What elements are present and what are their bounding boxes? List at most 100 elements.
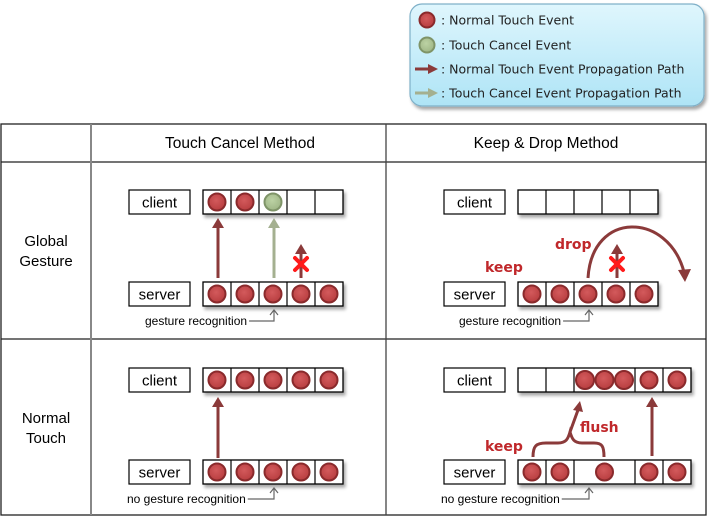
client-label: client [457, 373, 493, 390]
server-queue [517, 459, 692, 485]
row-header-normal-line1: Normal [22, 410, 70, 427]
keep-label: keep [485, 260, 523, 276]
drop-label: drop [555, 237, 592, 253]
server-label: server [139, 287, 181, 304]
server-box: server [443, 281, 506, 307]
client-queue [202, 189, 344, 215]
queue-slot [263, 462, 283, 482]
server-label: server [139, 465, 181, 482]
row-header-global-line2: Gesture [19, 253, 72, 270]
normal-touch-event-icon [291, 370, 311, 390]
normal-touch-event-icon [291, 462, 311, 482]
queue-slot [522, 462, 542, 482]
column-header-touch-cancel: Touch Cancel Method [165, 135, 315, 152]
queue-slot [207, 284, 227, 304]
server-label: server [454, 465, 496, 482]
server-box: server [443, 459, 506, 485]
queue-slot [606, 284, 626, 304]
recognition-label: gesture recognition [145, 314, 247, 328]
queue-slot [634, 284, 654, 304]
normal-touch-event-icon [263, 370, 283, 390]
normal-touch-event-icon [263, 284, 283, 304]
recognition-label: no gesture recognition [127, 492, 246, 506]
queue-slot [550, 462, 570, 482]
client-label: client [457, 195, 493, 212]
legend-label: : Touch Cancel Event Propagation Path [441, 86, 682, 101]
queue-slot [578, 284, 598, 304]
queue-slot [235, 192, 255, 212]
normal-touch-event-icon [291, 284, 311, 304]
recognition-label: no gesture recognition [441, 492, 560, 506]
normal-touch-event-icon [263, 462, 283, 482]
queue-slot [319, 370, 339, 390]
legend: : Normal Touch Event : Touch Cancel Event… [409, 3, 705, 107]
queue-slot [319, 462, 339, 482]
client-queue [202, 367, 344, 393]
queue-slot [667, 462, 687, 482]
client-label: client [142, 195, 178, 212]
normal-touch-event-icon [667, 462, 687, 482]
queue-slot [639, 462, 659, 482]
client-box: client [443, 189, 506, 215]
legend-item: : Normal Touch Event [418, 11, 574, 29]
row-header-global-line1: Global [24, 233, 67, 250]
normal-touch-event-icon [578, 284, 598, 304]
normal-touch-event-icon [522, 284, 542, 304]
client-box: client [128, 189, 191, 215]
normal-touch-event-icon [522, 462, 542, 482]
server-label: server [454, 287, 496, 304]
normal-touch-event-icon [235, 370, 255, 390]
normal-touch-event-icon [207, 284, 227, 304]
normal-touch-event-icon [235, 462, 255, 482]
queue-slot [319, 284, 339, 304]
server-queue [517, 281, 659, 307]
client-box: client [128, 367, 191, 393]
normal-touch-event-icon [207, 370, 227, 390]
normal-touch-event-icon [319, 370, 339, 390]
legend-label: : Touch Cancel Event [441, 38, 571, 53]
queue-slot [522, 284, 542, 304]
server-box: server [128, 281, 191, 307]
queue-slot [575, 370, 634, 390]
queue-slot [595, 462, 614, 482]
queue-slot [235, 462, 255, 482]
legend-label: : Normal Touch Event [441, 13, 574, 28]
normal-touch-event-icon [418, 11, 436, 29]
legend-label: : Normal Touch Event Propagation Path [441, 62, 684, 77]
queue-slot [263, 284, 283, 304]
touch-cancel-event-icon [263, 192, 283, 212]
normal-touch-event-icon [614, 370, 634, 390]
normal-touch-event-icon [235, 192, 255, 212]
normal-touch-event-icon [639, 370, 659, 390]
legend-item: : Normal Touch Event Propagation Path [415, 62, 684, 77]
queue-slot [291, 462, 311, 482]
normal-touch-event-icon [235, 284, 255, 304]
normal-touch-event-icon [575, 370, 595, 390]
normal-touch-event-icon [667, 370, 687, 390]
server-queue [202, 459, 344, 485]
queue-slot [291, 284, 311, 304]
server-queue [202, 281, 344, 307]
normal-touch-event-icon [319, 284, 339, 304]
normal-touch-event-icon [550, 284, 570, 304]
server-box: server [128, 459, 191, 485]
row-header-normal-line2: Touch [26, 430, 66, 447]
normal-touch-event-icon [639, 462, 659, 482]
flush-label: flush [580, 420, 619, 436]
queue-slot [207, 370, 227, 390]
queue-slot [207, 192, 227, 212]
queue-slot [550, 284, 570, 304]
client-box: client [443, 367, 506, 393]
diagram-canvas: : Normal Touch Event : Touch Cancel Event… [0, 3, 707, 516]
queue-slot [263, 192, 283, 212]
queue-slot [235, 370, 255, 390]
normal-touch-event-icon [595, 462, 614, 482]
keep-label: keep [485, 439, 523, 455]
column-header-keep-drop: Keep & Drop Method [474, 135, 619, 152]
queue-slot [291, 370, 311, 390]
comparison-table: Touch Cancel Method Keep & Drop Method G… [0, 123, 707, 516]
client-queue [517, 189, 659, 215]
touch-cancel-event-icon [418, 36, 436, 54]
normal-touch-event-icon [319, 462, 339, 482]
client-label: client [142, 373, 178, 390]
